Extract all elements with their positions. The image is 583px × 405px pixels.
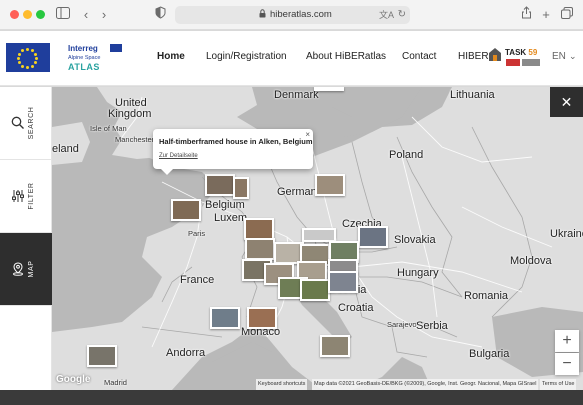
map-data-attribution: Map data ©2021 GeoBasis-DE/BKG (©2009), … [312, 379, 539, 390]
nav-about[interactable]: About HiBERatlas [306, 51, 386, 63]
place-andorra: Andorra [166, 347, 206, 359]
privacy-shield-icon[interactable] [152, 6, 168, 23]
popup-tip [161, 169, 173, 175]
place-hungary: Hungary [397, 267, 439, 279]
house-marker[interactable] [320, 335, 350, 357]
place-luxem: Luxem [214, 212, 248, 224]
place-moldova: Moldova [510, 255, 552, 267]
window-bottom-edge [0, 390, 583, 405]
task-logo-marks [506, 59, 540, 68]
tab-search[interactable]: SEARCH [0, 87, 52, 160]
terms-of-use-link[interactable]: Terms of Use [540, 379, 577, 390]
place-bulgaria: Bulgaria [469, 348, 510, 360]
chevron-down-icon[interactable]: ⌄ [569, 50, 577, 62]
house-marker[interactable] [247, 307, 277, 329]
window-close-button[interactable] [10, 10, 19, 19]
share-icon[interactable] [518, 6, 534, 23]
house-marker[interactable] [358, 226, 388, 248]
window-zoom-button[interactable] [36, 10, 45, 19]
popup-detail-link[interactable]: Zur Detailseite [159, 152, 198, 160]
popup-close-icon[interactable]: × [305, 130, 310, 139]
address-bar[interactable]: hiberatlas.com 文A ↻ [175, 6, 410, 24]
close-icon: ✕ [560, 94, 573, 110]
tab-overview-icon[interactable] [559, 6, 575, 23]
nav-login-registration[interactable]: Login/Registration [206, 51, 287, 63]
house-marker[interactable] [205, 174, 235, 196]
house-marker[interactable] [233, 177, 249, 199]
zoom-in-button[interactable]: + [555, 330, 579, 352]
language-selector[interactable]: EN [552, 51, 566, 63]
google-logo: Google [56, 374, 91, 385]
place-sarajevo: Sarajevo [387, 320, 417, 329]
interreg-logo[interactable]: Interreg [68, 44, 98, 53]
house-marker[interactable] [315, 174, 345, 196]
place-belgium: Belgium [205, 199, 245, 211]
keyboard-shortcuts-link[interactable]: Keyboard shortcuts [256, 379, 308, 390]
place-slovakia: Slovakia [394, 234, 436, 246]
sidebar: SEARCH FILTER MAP [0, 87, 52, 390]
place-united-kingdom-line2: Kingdom [108, 108, 152, 120]
site-header: Interreg Alpine Space ATLAS Home Login/R… [0, 31, 583, 86]
lock-icon [259, 9, 266, 18]
house-marker[interactable] [210, 307, 240, 329]
forward-icon[interactable]: › [96, 6, 112, 23]
translate-icon[interactable]: 文A [379, 8, 394, 22]
place-manchester: Manchester [115, 135, 155, 144]
tab-map[interactable]: MAP [0, 233, 52, 306]
house-marker[interactable] [314, 87, 344, 91]
place-paris: Paris [188, 229, 206, 238]
place-ukraine: Ukraine [550, 228, 583, 240]
map-view[interactable]: Denmark Lithuania United Kingdom Isle of… [52, 87, 583, 390]
house-marker[interactable] [302, 228, 336, 242]
house-logo-icon [489, 48, 501, 61]
house-marker[interactable] [244, 218, 274, 240]
new-tab-icon[interactable]: + [538, 6, 554, 23]
hiber-logo[interactable]: HIBER [458, 51, 489, 63]
nav-contact[interactable]: Contact [402, 51, 436, 63]
tab-filter[interactable]: FILTER [0, 160, 52, 233]
place-serbia: Serbia [416, 320, 448, 332]
search-icon [11, 116, 24, 129]
house-marker[interactable] [171, 199, 201, 221]
reload-icon[interactable]: ↻ [398, 8, 406, 22]
popup-title: Half-timberframed house in Alken, Belgiu… [159, 137, 313, 146]
close-map-button[interactable]: ✕ [550, 87, 583, 117]
place-ireland: eland [52, 143, 79, 155]
place-france: France [180, 274, 215, 286]
filter-icon [12, 190, 24, 202]
back-icon[interactable]: ‹ [78, 6, 94, 23]
zoom-out-button[interactable]: − [555, 353, 579, 375]
window-minimize-button[interactable] [23, 10, 32, 19]
place-denmark: Denmark [274, 89, 319, 101]
url-text: hiberatlas.com [270, 9, 332, 20]
house-marker[interactable] [245, 238, 275, 260]
map-pin-icon [13, 262, 23, 276]
interreg-subtitle: Alpine Space [68, 55, 101, 61]
nav-home[interactable]: Home [157, 51, 185, 63]
atlas-logo[interactable]: ATLAS [68, 62, 100, 72]
sidebar-toggle-icon[interactable] [55, 6, 71, 23]
house-marker[interactable] [328, 271, 358, 293]
tab-map-label: MAP [28, 260, 35, 278]
house-marker[interactable] [300, 279, 330, 301]
place-croatia: Croatia [338, 302, 374, 314]
place-romania: Romania [464, 290, 509, 302]
eu-mini-flag [110, 44, 122, 52]
tab-filter-label: FILTER [28, 182, 35, 210]
place-madrid: Madrid [104, 378, 127, 387]
tab-search-label: SEARCH [28, 106, 35, 140]
browser-toolbar: ‹ › hiberatlas.com 文A ↻ + [0, 0, 583, 30]
place-poland: Poland [389, 149, 424, 161]
eu-flag-logo[interactable] [6, 43, 50, 72]
place-german: German [277, 186, 317, 198]
task-logo[interactable]: TASK 59 [505, 48, 537, 57]
house-marker[interactable] [87, 345, 117, 367]
marker-popup: Half-timberframed house in Alken, Belgiu… [153, 129, 313, 175]
place-lithuania: Lithuania [450, 89, 495, 101]
